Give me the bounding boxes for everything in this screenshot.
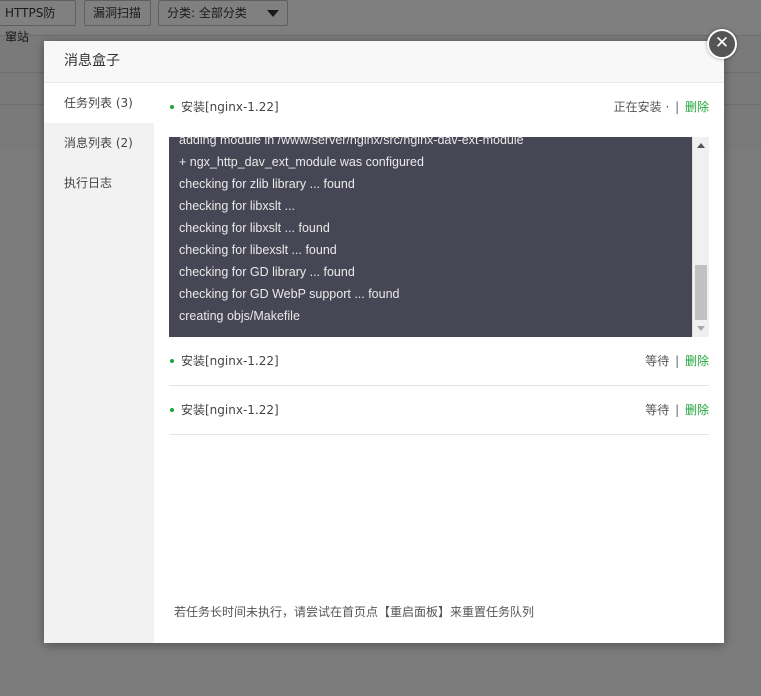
- vuln-scan-button[interactable]: 漏洞扫描: [84, 0, 151, 26]
- task-row: 安装[nginx-1.22] 等待 | 删除: [169, 337, 709, 385]
- task-item: 安装[nginx-1.22] 正在安装 · | 删除 adding module…: [169, 83, 709, 337]
- task-name: 安装[nginx-1.22]: [181, 100, 279, 114]
- task-name: 安装[nginx-1.22]: [181, 403, 279, 417]
- log-lines: adding module in /www/server/nginx/src/n…: [179, 137, 689, 327]
- close-icon: ✕: [714, 33, 730, 53]
- task-name: 安装[nginx-1.22]: [181, 354, 279, 368]
- log-scrollbar[interactable]: [692, 137, 709, 337]
- task-item: 安装[nginx-1.22] 等待 | 删除: [169, 386, 709, 435]
- dialog-title: 消息盒子: [44, 41, 724, 83]
- task-actions: 等待 | 删除: [645, 386, 709, 434]
- task-actions: 正在安装 · | 删除: [614, 83, 709, 131]
- task-list-panel: 安装[nginx-1.22] 正在安装 · | 删除 adding module…: [169, 83, 709, 643]
- chevron-down-icon: [267, 10, 279, 17]
- log-line: checking for GD WebP support ... found: [179, 287, 400, 301]
- status-dot-icon: [170, 359, 174, 363]
- action-separator: |: [675, 354, 680, 368]
- log-line: adding module in /www/server/nginx/src/n…: [179, 137, 524, 147]
- task-row: 安装[nginx-1.22] 正在安装 · | 删除: [169, 83, 709, 139]
- close-dialog-button[interactable]: ✕: [707, 29, 737, 59]
- task-actions: 等待 | 删除: [645, 337, 709, 385]
- action-separator: |: [675, 100, 680, 114]
- message-box-dialog: 消息盒子 任务列表 (3) 消息列表 (2) 执行日志 安装[nginx-1.2…: [44, 41, 724, 643]
- category-select[interactable]: 分类: 全部分类: [158, 0, 288, 26]
- status-dot-icon: [170, 105, 174, 109]
- log-line: checking for zlib library ... found: [179, 177, 355, 191]
- https-protect-button[interactable]: HTTPS防窜站: [0, 0, 76, 44]
- action-separator: |: [675, 403, 680, 417]
- background-toolbar: HTTPS防窜站 漏洞扫描 分类: 全部分类: [0, 0, 761, 44]
- log-line: checking for libexslt ... found: [179, 243, 337, 257]
- scrollbar-thumb[interactable]: [695, 265, 707, 320]
- log-line: creating objs/Makefile: [179, 309, 300, 323]
- tab-execution-log[interactable]: 执行日志: [44, 163, 154, 203]
- tab-message-list[interactable]: 消息列表 (2): [44, 123, 154, 163]
- log-line: + ngx_http_dav_ext_module was configured: [179, 155, 424, 169]
- tab-task-list[interactable]: 任务列表 (3): [44, 83, 154, 123]
- log-line: checking for libxslt ...: [179, 199, 296, 213]
- task-row: 安装[nginx-1.22] 等待 | 删除: [169, 386, 709, 434]
- category-select-label: 分类: 全部分类: [167, 6, 247, 20]
- scroll-up-icon[interactable]: [697, 143, 705, 148]
- status-dot-icon: [170, 408, 174, 412]
- task-queue-tip: 若任务长时间未执行，请尝试在首页点【重启面板】来重置任务队列: [174, 605, 535, 619]
- log-line: checking for GD library ... found: [179, 265, 355, 279]
- task-status: 正在安装 ·: [613, 100, 670, 114]
- task-status: 等待: [645, 403, 670, 417]
- task-status: 等待: [645, 354, 670, 368]
- dialog-sidebar: 任务列表 (3) 消息列表 (2) 执行日志: [44, 83, 154, 643]
- delete-task-button[interactable]: 删除: [685, 403, 709, 417]
- task-item: 安装[nginx-1.22] 等待 | 删除: [169, 337, 709, 386]
- delete-task-button[interactable]: 删除: [685, 100, 709, 114]
- delete-task-button[interactable]: 删除: [685, 354, 709, 368]
- install-log[interactable]: adding module in /www/server/nginx/src/n…: [169, 137, 709, 337]
- log-line: checking for libxslt ... found: [179, 221, 330, 235]
- scroll-down-icon[interactable]: [697, 326, 705, 331]
